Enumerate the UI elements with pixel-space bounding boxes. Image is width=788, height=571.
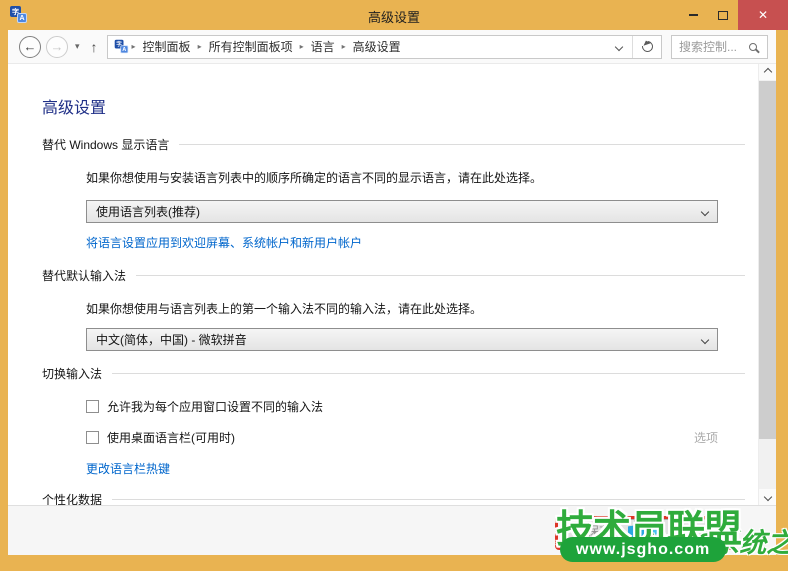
main-area: 高级设置 替代 Windows 显示语言 如果你想使用与安装语言列表中的顺序所确… — [8, 64, 776, 505]
caption-buttons: ✕ — [678, 0, 788, 30]
navigation-bar: ← → ▾ ↑ 字 A ▸ 控制面板 ▸ 所有控制面板项 ▸ 语言 ▸ 高级设置 — [8, 30, 776, 64]
section-rule — [179, 144, 745, 145]
section-display-language: 替代 Windows 显示语言 — [42, 136, 745, 153]
scrollbar-thumb[interactable] — [759, 81, 776, 439]
advanced-settings-window: 字 A 高级设置 ✕ ← → ▾ ↑ 字 A ▸ 控制面板 ▸ — [0, 0, 788, 571]
minimize-icon — [689, 14, 698, 16]
up-button[interactable]: ↑ — [91, 39, 98, 55]
scroll-down-button[interactable] — [759, 489, 776, 505]
title-bar: 字 A 高级设置 ✕ — [0, 0, 788, 30]
display-language-dropdown[interactable]: 使用语言列表(推荐) — [86, 200, 718, 223]
checkbox-row-per-app[interactable]: 允许我为每个应用窗口设置不同的输入法 — [86, 398, 718, 415]
desktop-language-bar-checkbox[interactable] — [86, 431, 99, 444]
chevron-down-icon — [701, 335, 709, 343]
refresh-icon — [639, 39, 654, 54]
search-box[interactable] — [671, 35, 768, 59]
address-bar[interactable]: 字 A ▸ 控制面板 ▸ 所有控制面板项 ▸ 语言 ▸ 高级设置 — [107, 35, 662, 59]
close-button[interactable]: ✕ — [738, 0, 788, 30]
language-icon: 字 A — [114, 40, 128, 54]
recent-pages-dropdown[interactable]: ▾ — [75, 41, 80, 52]
vertical-scrollbar[interactable] — [758, 64, 776, 505]
maximize-icon — [718, 11, 728, 20]
checkbox-row-language-bar[interactable]: 使用桌面语言栏(可用时) 选项 — [86, 429, 718, 446]
address-history-chevron-icon[interactable] — [615, 42, 623, 50]
options-link-disabled: 选项 — [694, 429, 718, 446]
dropdown-value: 使用语言列表(推荐) — [96, 203, 200, 220]
dropdown-value: 中文(简体，中国) - 微软拼音 — [96, 331, 247, 348]
forward-icon: → — [51, 39, 64, 54]
close-icon: ✕ — [758, 8, 768, 22]
back-button[interactable]: ← — [19, 36, 41, 58]
maximize-button[interactable] — [708, 0, 738, 30]
back-icon: ← — [24, 39, 37, 54]
settings-content: 高级设置 替代 Windows 显示语言 如果你想使用与安装语言列表中的顺序所确… — [8, 64, 758, 505]
scroll-up-button[interactable] — [759, 64, 776, 80]
section-label: 个性化数据 — [42, 491, 102, 505]
search-input[interactable] — [679, 40, 749, 54]
section-label: 替代 Windows 显示语言 — [42, 136, 169, 153]
page-title: 高级设置 — [42, 94, 745, 118]
section-default-input: 替代默认输入法 — [42, 267, 745, 284]
section-switch-input: 切换输入法 — [42, 365, 745, 382]
watermark-url: www.jsgho.com — [560, 537, 726, 562]
checkbox-label: 允许我为每个应用窗口设置不同的输入法 — [107, 398, 323, 415]
section-rule — [112, 373, 745, 374]
breadcrumb-advanced-settings[interactable]: 高级设置 — [346, 38, 408, 55]
display-language-description: 如果你想使用与安装语言列表中的顺序所确定的语言不同的显示语言，请在此处选择。 — [86, 171, 745, 185]
chevron-down-icon — [763, 493, 771, 501]
forward-button[interactable]: → — [46, 36, 68, 58]
hotkey-link-row: 更改语言栏热键 — [86, 460, 745, 478]
window-title: 高级设置 — [0, 7, 788, 26]
chevron-down-icon — [701, 207, 709, 215]
breadcrumb-all-items[interactable]: 所有控制面板项 — [202, 38, 300, 55]
section-rule — [136, 275, 745, 276]
apply-language-settings-link[interactable]: 将语言设置应用到欢迎屏幕、系统帐户和新用户帐户 — [86, 236, 362, 250]
change-language-bar-hotkeys-link[interactable]: 更改语言栏热键 — [86, 462, 170, 476]
window-frame: ← → ▾ ↑ 字 A ▸ 控制面板 ▸ 所有控制面板项 ▸ 语言 ▸ 高级设置 — [8, 30, 776, 555]
section-label: 切换输入法 — [42, 365, 102, 382]
breadcrumb-language[interactable]: 语言 — [304, 38, 342, 55]
default-input-description: 如果你想使用与语言列表上的第一个输入法不同的输入法，请在此处选择。 — [86, 302, 745, 316]
refresh-button[interactable] — [633, 36, 661, 58]
breadcrumb-control-panel[interactable]: 控制面板 — [136, 38, 198, 55]
chevron-up-icon — [763, 68, 771, 76]
per-app-input-checkbox[interactable] — [86, 400, 99, 413]
search-icon[interactable] — [749, 43, 757, 51]
section-label: 替代默认输入法 — [42, 267, 126, 284]
minimize-button[interactable] — [678, 0, 708, 30]
apply-link-row: 将语言设置应用到欢迎屏幕、系统帐户和新用户帐户 — [86, 234, 745, 252]
checkbox-label: 使用桌面语言栏(可用时) — [107, 429, 235, 446]
default-input-dropdown[interactable]: 中文(简体，中国) - 微软拼音 — [86, 328, 718, 351]
